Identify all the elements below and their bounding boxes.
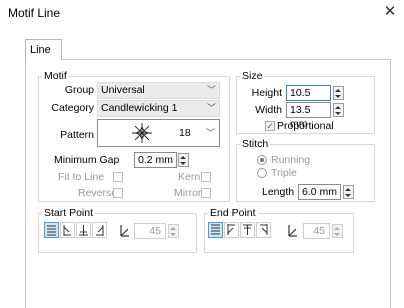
start-angle-input[interactable]: 45 — [134, 223, 166, 239]
align-bottom-icon — [47, 225, 56, 236]
category-label: Category — [51, 102, 94, 114]
width-label: Width — [255, 104, 282, 116]
start-align-left-button[interactable] — [60, 222, 75, 238]
end-angle-spinner[interactable] — [332, 224, 343, 238]
end-point-group-title: End Point — [208, 207, 258, 219]
size-group-title: Size — [240, 70, 265, 82]
proportional-checkbox[interactable]: ✓ — [265, 121, 275, 131]
triple-radio[interactable] — [257, 168, 267, 178]
kern-label: Kern — [178, 171, 201, 183]
end-align-top-button[interactable] — [208, 222, 223, 238]
angle-icon — [120, 225, 129, 237]
height-spinner[interactable] — [333, 86, 344, 100]
starburst-motif-icon — [132, 123, 152, 143]
height-label: Height — [251, 87, 282, 99]
proportional-label: Proportional — [277, 120, 334, 132]
fit-to-line-label: Fit to Line — [58, 171, 105, 183]
minimum-gap-label: Minimum Gap — [54, 154, 120, 166]
mirror-label: Mirror — [174, 187, 202, 199]
width-input[interactable]: 13.5 mm — [286, 102, 331, 130]
motif-group-title: Motif — [42, 70, 69, 82]
group-select[interactable]: Universal ﹀ — [97, 82, 220, 99]
start-align-center-button[interactable] — [76, 222, 91, 238]
minimum-gap-spinner[interactable] — [178, 153, 189, 167]
align-right-icon — [96, 225, 104, 236]
group-value: Universal — [101, 84, 145, 96]
align-center-icon — [243, 224, 252, 235]
align-left-icon — [63, 225, 71, 236]
kern-checkbox[interactable] — [201, 172, 211, 182]
tab-line[interactable]: Line — [25, 39, 62, 60]
width-spinner[interactable] — [333, 103, 344, 117]
length-spinner[interactable] — [343, 185, 354, 199]
triple-label: Triple — [271, 167, 297, 179]
start-align-bottom-button[interactable] — [44, 222, 59, 238]
align-left-icon — [227, 224, 235, 235]
end-align-right-button[interactable] — [256, 222, 271, 238]
end-align-left-button[interactable] — [224, 222, 239, 238]
chevron-down-icon: ﹀ — [206, 103, 216, 113]
mirror-checkbox[interactable] — [201, 188, 211, 198]
start-point-group-title: Start Point — [42, 207, 96, 219]
minimum-gap-input[interactable]: 0.2 mm — [134, 152, 177, 168]
close-icon[interactable]: ✕ — [381, 3, 399, 21]
align-top-icon — [211, 224, 220, 235]
angle-icon — [288, 225, 297, 237]
stitch-group-title: Stitch — [240, 138, 271, 150]
pattern-label: Pattern — [60, 129, 94, 141]
pattern-number: 18 — [179, 127, 191, 139]
reverse-checkbox[interactable] — [113, 188, 123, 198]
length-label: Length — [262, 186, 295, 198]
chevron-down-icon: ﹀ — [206, 128, 216, 138]
reverse-label: Reverse — [78, 187, 118, 199]
fit-to-line-checkbox[interactable] — [113, 172, 123, 182]
group-label: Group — [64, 84, 94, 96]
start-align-right-button[interactable] — [92, 222, 107, 238]
running-radio[interactable] — [257, 155, 267, 165]
window-title: Motif Line — [8, 6, 61, 20]
category-value: Candlewicking 1 — [101, 102, 178, 114]
title-bar — [0, 0, 404, 26]
length-input[interactable]: 6.0 mm — [298, 184, 341, 200]
end-angle-input[interactable]: 45 — [303, 223, 330, 239]
start-angle-spinner[interactable] — [168, 224, 179, 238]
align-right-icon — [260, 224, 268, 235]
chevron-down-icon: ﹀ — [206, 85, 216, 95]
height-input[interactable]: 10.5 mm — [286, 85, 331, 113]
pattern-select[interactable]: 18 ﹀ — [97, 119, 220, 147]
category-select[interactable]: Candlewicking 1 ﹀ — [97, 100, 220, 117]
end-align-center-button[interactable] — [240, 222, 255, 238]
align-center-icon — [79, 225, 88, 236]
running-label: Running — [271, 154, 311, 166]
